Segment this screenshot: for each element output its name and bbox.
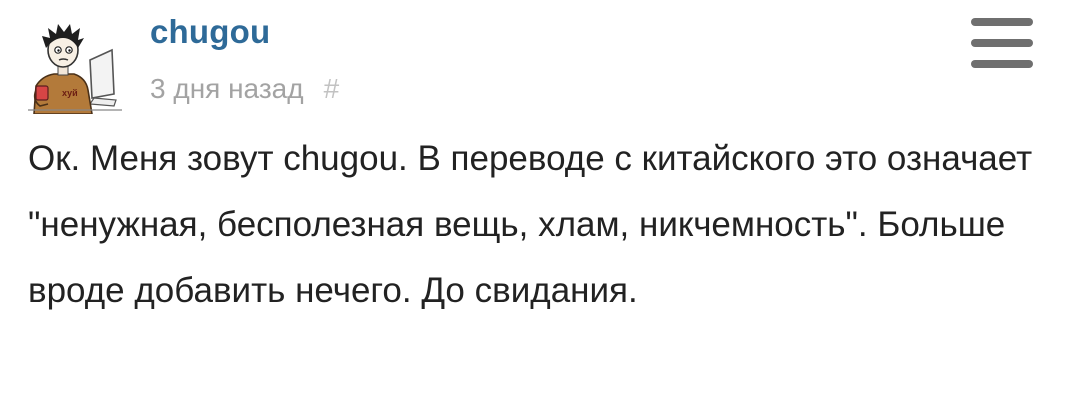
timestamp[interactable]: 3 дня назад [150, 72, 304, 106]
comment-meta: 3 дня назад # [150, 72, 339, 106]
avatar[interactable]: хуй [28, 20, 122, 114]
menu-bar [971, 18, 1033, 26]
permalink-link[interactable]: # [324, 72, 340, 106]
comment-body: Ок. Меня зовут chugou. В переводе с кита… [28, 139, 1033, 310]
hamburger-menu-icon[interactable] [968, 16, 1036, 70]
svg-text:хуй: хуй [62, 88, 78, 98]
menu-bar [971, 60, 1033, 68]
comment-card: хуй chugou 3 дня назад # Ок. Меня зовут … [0, 0, 1080, 400]
user-avatar-drawing-icon: хуй [28, 20, 122, 114]
menu-bar [971, 39, 1033, 47]
username[interactable]: chugou [150, 12, 270, 52]
